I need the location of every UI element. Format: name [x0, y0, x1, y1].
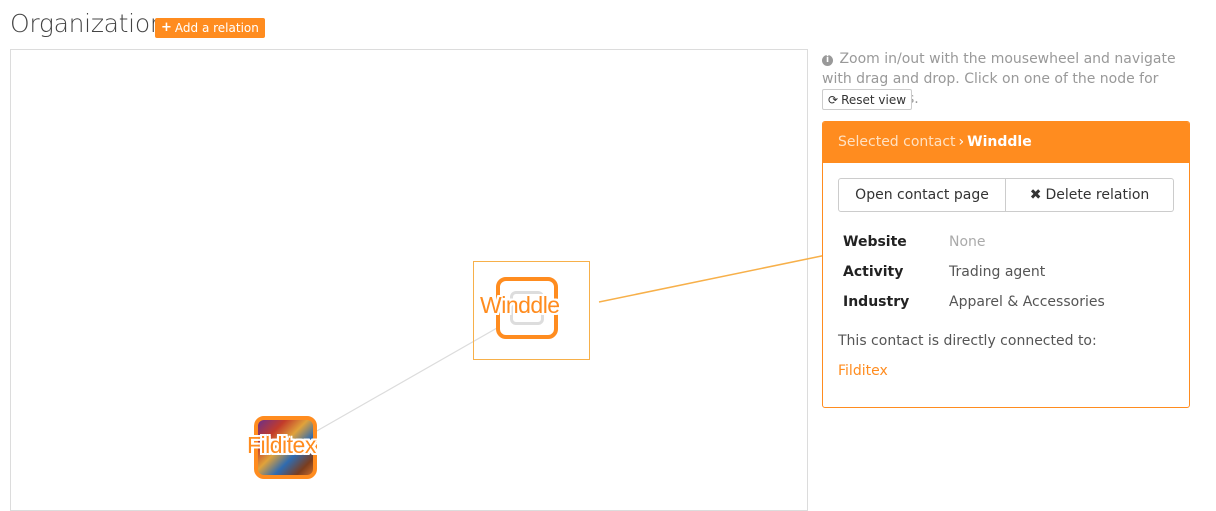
page-title: Organization	[10, 9, 166, 38]
panel-header: Selected contact › Winddle	[823, 122, 1189, 163]
plus-icon: +	[161, 20, 172, 35]
relation-graph[interactable]: Winddle Filditex	[10, 49, 808, 511]
add-relation-button[interactable]: + Add a relation	[155, 18, 265, 38]
reset-view-label: Reset view	[841, 92, 907, 107]
filditex-node-label[interactable]: Filditex	[247, 432, 316, 459]
detail-key: Website	[843, 234, 907, 250]
detail-value: Trading agent	[949, 264, 1046, 280]
detail-key: Activity	[843, 264, 904, 280]
reset-view-button[interactable]: ⟳ Reset view	[822, 89, 913, 110]
open-contact-label: Open contact page	[855, 187, 989, 203]
edge-winddle-filditex	[300, 327, 498, 441]
detail-row-activity: Activity Trading agent	[843, 257, 1105, 287]
delete-relation-label: Delete relation	[1045, 187, 1150, 203]
add-relation-label: Add a relation	[174, 21, 259, 35]
winddle-node-label[interactable]: Winddle	[480, 292, 560, 319]
graph-edges	[300, 327, 498, 441]
detail-row-website: Website None	[843, 227, 1105, 257]
detail-row-industry: Industry Apparel & Accessories	[843, 287, 1105, 317]
panel-crumb: Selected contact	[838, 134, 956, 150]
chevron-right-icon: ›	[958, 134, 965, 150]
detail-value: None	[949, 234, 986, 250]
detail-key: Industry	[843, 294, 910, 310]
detail-value: Apparel & Accessories	[949, 294, 1105, 310]
delete-relation-button[interactable]: ✖ Delete relation	[1006, 178, 1174, 212]
close-icon: ✖	[1029, 187, 1042, 203]
selected-contact-name: Winddle	[967, 134, 1032, 150]
contact-details: Website None Activity Trading agent Indu…	[843, 227, 1105, 317]
connected-text: This contact is directly connected to:	[838, 333, 1097, 349]
selected-contact-panel: Selected contact › Winddle Open contact pa…	[822, 121, 1190, 408]
panel-actions: Open contact page ✖ Delete relation	[838, 178, 1174, 212]
refresh-icon: ⟳	[828, 92, 839, 107]
connection-link-filditex[interactable]: Filditex	[838, 363, 888, 379]
open-contact-page-button[interactable]: Open contact page	[838, 178, 1006, 212]
info-icon: i	[822, 55, 833, 66]
